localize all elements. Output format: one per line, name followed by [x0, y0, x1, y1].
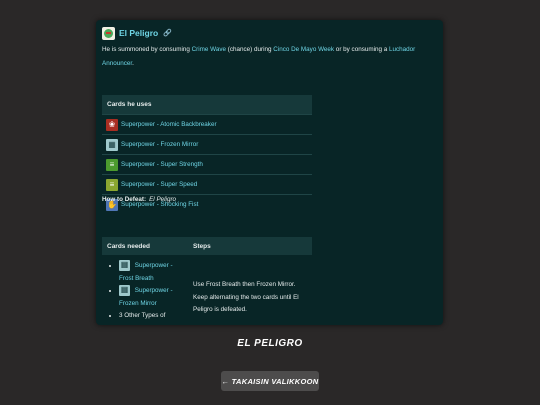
- link-icon[interactable]: 🔗: [163, 29, 172, 37]
- card-link[interactable]: Superpower - Atomic Backbreaker: [121, 121, 217, 128]
- frozen-mirror-icon[interactable]: ▦: [119, 285, 130, 297]
- steps-text: Use Frost Breath then Frozen Mirror. Kee…: [188, 255, 312, 325]
- list-item: ▦ Superpower - Frozen Mirror: [119, 285, 187, 310]
- el-peligro-avatar-icon: [102, 26, 115, 40]
- table-row: ❀ Superpower - Atomic Backbreaker: [102, 114, 312, 135]
- description-text: He is summoned by consuming: [102, 46, 192, 53]
- table-row: ≡ Superpower - Super Strength: [102, 154, 312, 175]
- back-to-menu-button[interactable]: ← TAKAISIN VALIKKOON: [221, 371, 319, 391]
- card-title[interactable]: El Peligro: [119, 28, 158, 38]
- crime-wave-link[interactable]: Crime Wave: [192, 46, 226, 53]
- description-text: (chance) during: [226, 46, 274, 53]
- table-row: ▦ Superpower - Frost Breath ▦ Superpower…: [102, 255, 312, 325]
- card-link[interactable]: Superpower - Frozen Mirror: [121, 141, 198, 148]
- table-row: ▦ Superpower - Frozen Mirror: [102, 134, 312, 155]
- cards-needed-header: Cards needed: [102, 237, 188, 255]
- how-to-defeat: How to Defeat: El Peligro: [102, 196, 176, 203]
- card-link[interactable]: Superpower - Super Speed: [121, 181, 197, 188]
- card-title-row: El Peligro 🔗: [102, 24, 172, 42]
- cinco-de-mayo-link[interactable]: Cinco De Mayo Week: [273, 46, 334, 53]
- cards-used-header: Cards he uses: [102, 95, 312, 115]
- info-card: El Peligro 🔗 He is summoned by consuming…: [96, 20, 443, 325]
- description-text: or by consuming a: [334, 46, 390, 53]
- list-item: ▦ Superpower - Frost Breath: [119, 260, 187, 285]
- super-strength-icon[interactable]: ≡: [106, 158, 118, 171]
- how-to-defeat-value: El Peligro: [149, 196, 177, 203]
- description: He is summoned by consuming Crime Wave (…: [102, 43, 442, 71]
- steps-header: Steps: [188, 237, 312, 255]
- image-caption: EL PELIGRO: [237, 338, 303, 349]
- atomic-backbreaker-icon[interactable]: ❀: [106, 118, 118, 131]
- card-link[interactable]: Superpower - Super Strength: [121, 161, 203, 168]
- how-to-defeat-label: How to Defeat:: [102, 196, 147, 203]
- super-speed-icon[interactable]: ≡: [106, 178, 118, 191]
- list-item: 3 Other Types of Muscle Cards: [119, 310, 187, 325]
- description-text: .: [132, 60, 134, 67]
- table-row: ≡ Superpower - Super Speed: [102, 174, 312, 195]
- cards-needed-list: ▦ Superpower - Frost Breath ▦ Superpower…: [103, 260, 187, 325]
- frozen-mirror-icon[interactable]: ▦: [106, 138, 118, 151]
- frost-breath-icon[interactable]: ▦: [119, 260, 130, 271]
- defeat-steps-table: Cards needed Steps ▦ Superpower - Frost …: [102, 237, 312, 325]
